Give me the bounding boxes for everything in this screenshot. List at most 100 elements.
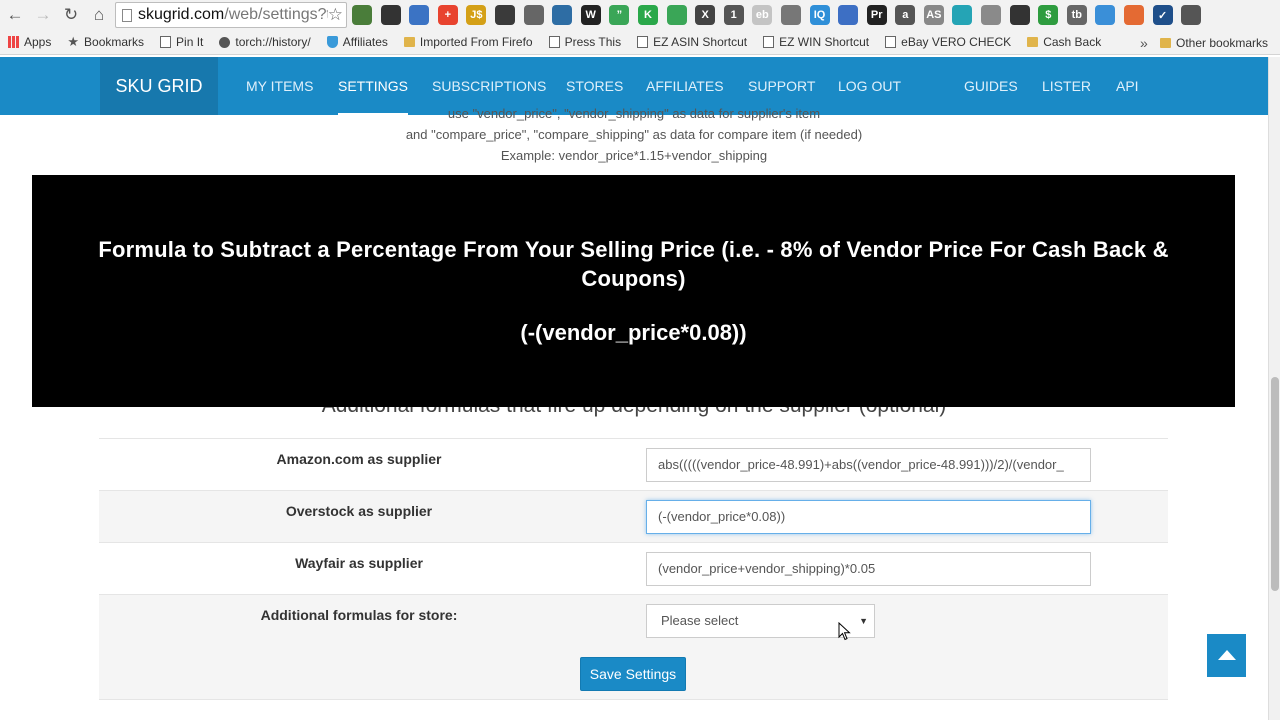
- bookmark-label: torch://history/: [235, 35, 311, 49]
- wordpress-w-icon[interactable]: W: [580, 5, 601, 25]
- page-icon: [160, 36, 172, 48]
- bookmark-item[interactable]: Cash Back: [1019, 35, 1109, 49]
- dollar-icon[interactable]: $: [1038, 5, 1059, 25]
- bookmark-label: EZ ASIN Shortcut: [653, 35, 748, 49]
- checklist-icon[interactable]: [523, 5, 544, 25]
- bookmark-label: Apps: [24, 35, 52, 49]
- page-icon: [763, 36, 775, 48]
- browser-toolbar: ← → ↻ ⌂ skugrid.com/web/settings?t ☆ + J$…: [0, 0, 1280, 30]
- back-arrow-icon[interactable]: ←: [2, 2, 28, 28]
- x-icon[interactable]: X: [695, 5, 716, 25]
- instruction-line: use "vendor_price", "vendor_shipping" as…: [447, 106, 821, 121]
- bookmark-item[interactable]: Apps: [0, 35, 59, 49]
- scroll-thumb[interactable]: [1271, 377, 1279, 591]
- forward-arrow-icon[interactable]: [981, 5, 1002, 25]
- bookmark-label: Press This: [564, 35, 622, 49]
- camera-icon[interactable]: [1009, 5, 1030, 25]
- page-icon: [637, 36, 649, 48]
- formula-label: Overstock as supplier: [285, 503, 433, 519]
- eyedropper-icon[interactable]: [352, 5, 372, 25]
- formula-label: Amazon.com as supplier: [276, 451, 442, 467]
- forward-arrow-icon[interactable]: →: [30, 2, 56, 28]
- chart-icon[interactable]: [552, 5, 573, 25]
- page-icon: [885, 36, 897, 48]
- globe-icon[interactable]: [838, 5, 859, 25]
- overstock-formula-input[interactable]: (-(vendor_price*0.08)): [646, 500, 1091, 534]
- amazon-icon[interactable]: a: [895, 5, 916, 25]
- pin-icon[interactable]: [666, 5, 687, 25]
- pr-icon[interactable]: Pr: [866, 5, 887, 25]
- plus-circle-icon[interactable]: +: [437, 5, 458, 25]
- bookmarks-overflow-icon[interactable]: »: [1140, 30, 1148, 55]
- bookmark-item[interactable]: ★ Bookmarks: [59, 34, 152, 50]
- k-icon[interactable]: K: [637, 5, 658, 25]
- bookmarks-bar: Apps ★ Bookmarks Pin It torch://history/Affi…: [0, 30, 1280, 55]
- home-icon[interactable]: ⌂: [86, 2, 112, 28]
- checkbox-icon[interactable]: ✓: [1152, 5, 1173, 25]
- tag-icon[interactable]: [1124, 5, 1145, 25]
- terminal-icon[interactable]: [494, 5, 515, 25]
- arrow-up-icon: [1218, 650, 1236, 660]
- other-bookmarks[interactable]: Other bookmarks: [1160, 30, 1268, 55]
- history-icon: [219, 36, 231, 48]
- shield-icon: [326, 36, 338, 48]
- bookmark-item[interactable]: Press This: [541, 35, 629, 49]
- folder-icon: [1027, 37, 1039, 47]
- scroll-to-top-button[interactable]: [1207, 634, 1246, 677]
- other-bookmarks-label: Other bookmarks: [1176, 35, 1269, 50]
- url-path: /web/settings?t: [224, 6, 331, 23]
- instruction-line: Example: vendor_price*1.15+vendor_shippi…: [500, 148, 768, 163]
- apps-grid-icon: [8, 36, 19, 48]
- bookmark-label: Imported From Firefo: [419, 35, 533, 49]
- overlay-title: Formula to Subtract a Percentage From Yo…: [98, 237, 1169, 291]
- bookmark-item[interactable]: EZ WIN Shortcut: [755, 35, 877, 49]
- formula-row-amazon: Amazon.com as supplier abs(((((vendor_pr…: [99, 438, 1168, 490]
- tb-icon[interactable]: tb: [1066, 5, 1087, 25]
- mouse-cursor-icon: [838, 622, 851, 641]
- bookmark-item[interactable]: Imported From Firefo: [396, 35, 541, 49]
- save-settings-button[interactable]: Save Settings: [580, 657, 686, 691]
- quote-icon[interactable]: ”: [609, 5, 630, 25]
- overlay-formula: (-(vendor_price*0.08)): [520, 320, 747, 345]
- formula-label: Wayfair as supplier: [295, 555, 423, 571]
- wayfair-formula-input[interactable]: (vendor_price+vendor_shipping)*0.05: [646, 552, 1091, 586]
- bookmark-star-icon[interactable]: ☆: [327, 5, 343, 25]
- folder-icon: [1160, 37, 1171, 48]
- page-icon: [548, 36, 560, 48]
- bookmark-item[interactable]: EZ ASIN Shortcut: [629, 35, 755, 49]
- eye-badge-icon[interactable]: 1: [723, 5, 744, 25]
- caption-overlay: Formula to Subtract a Percentage From Yo…: [32, 175, 1235, 407]
- bookmark-label: eBay VERO CHECK: [901, 35, 1012, 49]
- asin-power-icon[interactable]: AS: [923, 5, 944, 25]
- page-icon: [122, 8, 132, 22]
- bookmark-item[interactable]: eBay VERO CHECK: [877, 35, 1019, 49]
- caret-down-icon: ▼: [859, 616, 868, 626]
- bag-icon[interactable]: [952, 5, 973, 25]
- bookmark-item[interactable]: Pin It: [152, 35, 211, 49]
- bookmark-label: Cash Back: [1043, 35, 1102, 49]
- extension-toolbar: + J$ W ” K X 1 eb IQ Pr a AS $ tb ✓: [352, 3, 1210, 27]
- reload-icon[interactable]: ↻: [58, 2, 84, 28]
- formula-row-overstock: Overstock as supplier (-(vendor_price*0.…: [99, 490, 1168, 542]
- address-bar[interactable]: skugrid.com/web/settings?t ☆: [115, 2, 347, 28]
- page-scrollbar[interactable]: [1268, 57, 1280, 720]
- bookmark-label: EZ WIN Shortcut: [779, 35, 870, 49]
- instruction-line: and "compare_price", "compare_shipping" …: [405, 127, 863, 142]
- formula-row-wayfair: Wayfair as supplier (vendor_price+vendor…: [99, 542, 1168, 594]
- bookmark-label: Bookmarks: [84, 35, 145, 49]
- refresh-circle-icon[interactable]: [1095, 5, 1116, 25]
- amazon-formula-input[interactable]: abs(((((vendor_price-48.991)+abs((vendor…: [646, 448, 1091, 482]
- bookmark-item[interactable]: torch://history/: [211, 35, 318, 49]
- folder-icon: [403, 37, 415, 47]
- disc-icon[interactable]: [780, 5, 801, 25]
- bookmark-label: Pin It: [176, 35, 204, 49]
- bookmark-item[interactable]: Affiliates: [319, 35, 396, 49]
- iq-icon[interactable]: IQ: [809, 5, 830, 25]
- js-icon[interactable]: J$: [466, 5, 487, 25]
- mail-icon[interactable]: [1181, 5, 1202, 25]
- magnifier-icon[interactable]: [380, 5, 401, 25]
- download-arrow-icon[interactable]: [409, 5, 430, 25]
- store-select-value: Please select: [661, 613, 739, 628]
- ebay-icon[interactable]: eb: [752, 5, 773, 25]
- store-formula-label: Additional formulas for store:: [260, 607, 458, 623]
